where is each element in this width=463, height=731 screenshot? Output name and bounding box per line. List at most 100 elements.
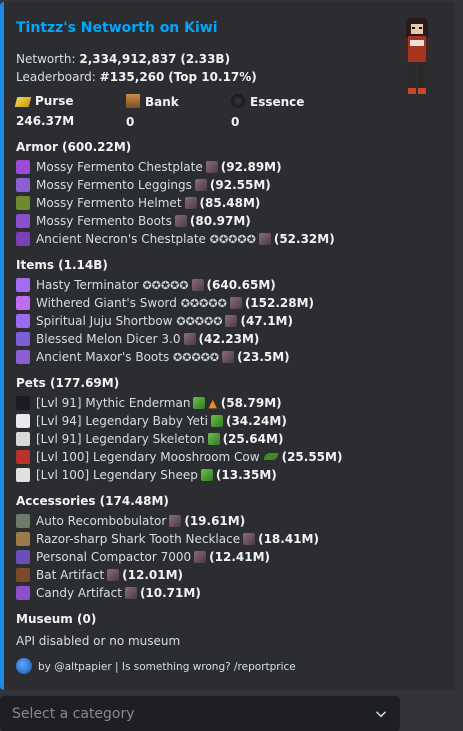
item-value: (92.55M)	[209, 178, 271, 192]
sheep-head-icon	[16, 468, 30, 482]
item-value: (13.35M)	[215, 468, 277, 482]
museum-text: API disabled or no museum	[16, 634, 181, 648]
armor-header: Armor (600.22M)	[16, 140, 132, 154]
networth-line: Networth: 2,334,912,837 (2.33B)	[16, 52, 230, 66]
item-value: (52.32M)	[273, 232, 335, 246]
gem-icon	[194, 179, 207, 191]
essence-icon	[231, 94, 245, 108]
weapon-item: Withered Giant's Sword ✪✪✪✪✪ (152.28M)	[16, 294, 314, 312]
gem-icon	[258, 233, 271, 245]
item-name: Ancient Maxor's Boots	[36, 350, 170, 364]
item-value: (12.01M)	[122, 568, 184, 582]
shortbow-icon	[16, 314, 30, 328]
stars: ✪✪✪✪✪	[180, 297, 227, 310]
item-name: [Lvl 94] Legendary Baby Yeti	[36, 414, 208, 428]
items-header: Items (1.14B)	[16, 258, 108, 272]
pet-item: [Lvl 100] Legendary Sheep (13.35M)	[16, 466, 277, 484]
accessory-item: Razor-sharp Shark Tooth Necklace (18.41M)	[16, 530, 319, 548]
gem-icon	[229, 297, 242, 309]
enderman-head-icon	[16, 396, 30, 410]
candy-icon	[16, 586, 30, 600]
sword-icon	[16, 296, 30, 310]
item-name: Blessed Melon Dicer 3.0	[36, 332, 181, 346]
chevron-down-icon	[376, 711, 386, 717]
item-name: [Lvl 100] Legendary Sheep	[36, 468, 198, 482]
pet-item: [Lvl 100] Legendary Mooshroom Cow (25.55M…	[16, 448, 342, 466]
embed-title[interactable]: Tintzz's Networth on Kiwi	[16, 20, 218, 36]
weapon-item: Spiritual Juju Shortbow ✪✪✪✪✪ (47.1M)	[16, 312, 293, 330]
embed-footer: by @altpapier | Is something wrong? /rep…	[16, 658, 296, 674]
necklace-icon	[16, 532, 30, 546]
stars: ✪✪✪✪✪	[209, 233, 256, 246]
item-value: (47.1M)	[240, 314, 293, 328]
bot-avatar-icon	[16, 658, 32, 674]
item-name: Bat Artifact	[36, 568, 105, 582]
purse-field: Purse 246.37M	[14, 94, 74, 128]
weapon-item: Ancient Maxor's Boots ✪✪✪✪✪ (23.5M)	[16, 348, 290, 366]
gem-icon	[107, 569, 120, 581]
leggings-icon	[16, 178, 30, 192]
gem-icon	[184, 197, 197, 209]
item-value: (58.79M)	[220, 396, 282, 410]
item-value: (25.64M)	[222, 432, 284, 446]
gem-icon	[194, 551, 207, 563]
item-name: Mossy Fermento Helmet	[36, 196, 182, 210]
carrot-icon: ▲	[208, 397, 217, 410]
bank-value: 0	[126, 115, 135, 129]
leaderboard-line: Leaderboard: #135,260 (Top 10.17%)	[16, 70, 257, 84]
item-name: Hasty Terminator	[36, 278, 139, 292]
accessory-item: Personal Compactor 7000 (12.41M)	[16, 548, 270, 566]
recombobulator-icon	[16, 514, 30, 528]
chestplate-icon	[16, 160, 30, 174]
skeleton-head-icon	[16, 432, 30, 446]
chest-icon	[126, 94, 140, 108]
leaderboard-label: Leaderboard:	[16, 70, 96, 84]
item-value: (12.41M)	[209, 550, 271, 564]
item-name: Mossy Fermento Chestplate	[36, 160, 203, 174]
weapon-item: Blessed Melon Dicer 3.0 (42.23M)	[16, 330, 259, 348]
item-name: Candy Artifact	[36, 586, 122, 600]
category-select[interactable]: Select a category	[0, 696, 400, 731]
gem-icon	[174, 215, 187, 227]
pet-item: [Lvl 91] Legendary Skeleton (25.64M)	[16, 430, 283, 448]
bow-icon	[16, 278, 30, 292]
stars: ✪✪✪✪✪	[142, 279, 189, 292]
item-value: (23.5M)	[237, 350, 290, 364]
networth-value: 2,334,912,837	[79, 52, 177, 66]
pet-item: [Lvl 94] Legendary Baby Yeti (34.24M)	[16, 412, 287, 430]
axe-icon	[16, 332, 30, 346]
bat-icon	[16, 568, 30, 582]
accessory-item: Candy Artifact (10.71M)	[16, 584, 201, 602]
armor-item: Mossy Fermento Boots (80.97M)	[16, 212, 251, 230]
item-value: (152.28M)	[244, 296, 315, 310]
pet-item: [Lvl 91] Mythic Enderman ▲ (58.79M)	[16, 394, 282, 412]
leaderboard-top: (Top 10.17%)	[168, 70, 257, 84]
yeti-head-icon	[16, 414, 30, 428]
item-value: (85.48M)	[199, 196, 261, 210]
item-name: Spiritual Juju Shortbow	[36, 314, 173, 328]
item-name: Withered Giant's Sword	[36, 296, 177, 310]
essence-field: Essence 0	[231, 94, 304, 129]
accessory-item: Bat Artifact (12.01M)	[16, 566, 183, 584]
museum-header: Museum (0)	[16, 612, 97, 626]
select-placeholder: Select a category	[12, 705, 135, 722]
networth-label: Networth:	[16, 52, 76, 66]
gem-icon	[191, 279, 204, 291]
accessory-item: Auto Recombobulator (19.61M)	[16, 512, 245, 530]
item-name: [Lvl 100] Legendary Mooshroom Cow	[36, 450, 260, 464]
item-name: [Lvl 91] Mythic Enderman	[36, 396, 191, 410]
weapon-item: Hasty Terminator ✪✪✪✪✪ (640.65M)	[16, 276, 276, 294]
helmet-icon	[16, 196, 30, 210]
networth-embed: Tintzz's Networth on Kiwi Networth: 2,33…	[0, 2, 455, 690]
item-name: Razor-sharp Shark Tooth Necklace	[36, 532, 241, 546]
pets-header: Pets (177.69M)	[16, 376, 120, 390]
boots-icon	[16, 214, 30, 228]
leaderboard-value: #135,260	[99, 70, 165, 84]
bank-label: Bank	[145, 95, 179, 109]
gem-icon	[225, 315, 238, 327]
armor-item: Mossy Fermento Helmet (85.48M)	[16, 194, 260, 212]
item-value: (92.89M)	[220, 160, 282, 174]
gem-icon	[205, 161, 218, 173]
item-value: (34.24M)	[225, 414, 287, 428]
leaf-icon	[263, 453, 278, 460]
